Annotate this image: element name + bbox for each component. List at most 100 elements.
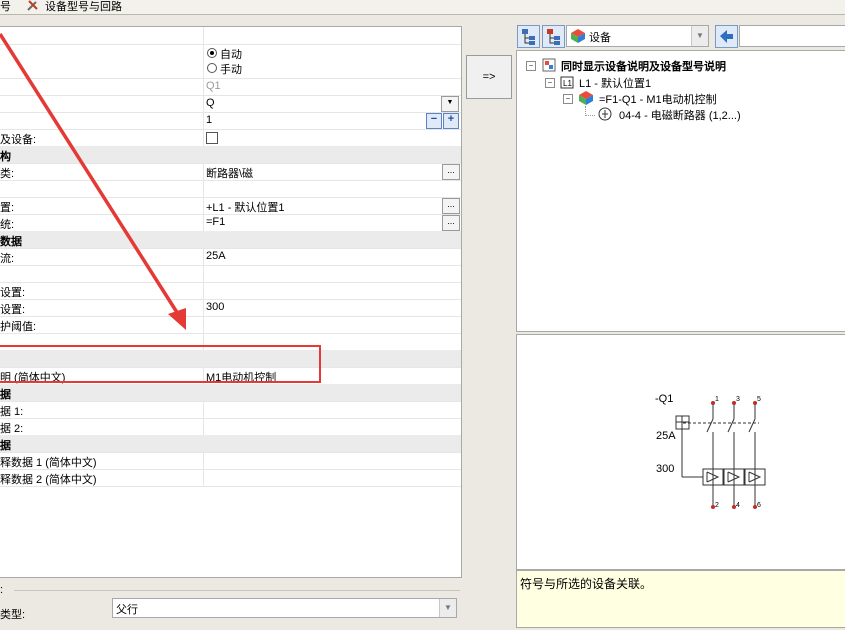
- arrow-left-icon: [720, 30, 733, 43]
- grid-row[interactable]: 据 2:: [0, 418, 461, 436]
- grid-splitter: [203, 265, 204, 282]
- tree-root[interactable]: 同时显示设备说明及设备型号说明: [561, 58, 726, 74]
- preview-tag: -Q1: [655, 393, 673, 405]
- ellipsis-button[interactable]: ...: [442, 164, 460, 180]
- pin-label-3: 3: [736, 396, 740, 403]
- grid-splitter: [203, 282, 204, 299]
- grid-splitter: [203, 316, 204, 333]
- grid-row-label: 据 1:: [0, 406, 24, 418]
- grid-splitter: [203, 95, 204, 112]
- tab-fragment[interactable]: 号: [0, 0, 11, 14]
- pin-labels: 1 3 5 2 4 6: [715, 396, 761, 509]
- ellipsis-button[interactable]: ...: [442, 215, 460, 231]
- description-panel: 符号与所选的设备关联。: [516, 570, 845, 628]
- radio-auto[interactable]: [207, 48, 217, 58]
- type-select[interactable]: 父行 ▼: [112, 598, 457, 618]
- description-text: 符号与所选的设备关联。: [520, 577, 653, 591]
- device-cube-icon: [571, 29, 585, 43]
- grid-row-label: 据: [0, 440, 11, 452]
- radio-auto-label: 自动: [220, 49, 242, 61]
- pin-label-6: 6: [757, 502, 761, 509]
- collapse-icon[interactable]: −: [545, 78, 555, 88]
- grid-row-value[interactable]: Q: [206, 97, 215, 109]
- type-select-value: 父行: [116, 604, 138, 616]
- type-label: 类型:: [0, 609, 26, 621]
- pole-lines: [675, 403, 766, 507]
- grid-splitter: [203, 27, 204, 44]
- plus-icon[interactable]: +: [443, 113, 459, 129]
- grid-splitter: [203, 418, 204, 435]
- tree-symbol[interactable]: 04-4 - 电磁断路器 (1,2...): [619, 107, 741, 123]
- tree-line: [585, 115, 595, 117]
- group-label: :: [0, 584, 4, 596]
- device-combo-value: 设备: [589, 32, 611, 44]
- tree-structure-icon: [522, 29, 535, 45]
- grid-row-label: 据 2:: [0, 423, 24, 435]
- minus-icon[interactable]: −: [426, 113, 442, 129]
- tree-location[interactable]: L1 - 默认位置1: [579, 75, 651, 91]
- annotation-arrow: [0, 33, 186, 330]
- grid-splitter: [203, 401, 204, 418]
- grid-row-value[interactable]: 断路器\磁: [206, 165, 253, 181]
- wrench-screwdriver-icon: [27, 0, 38, 11]
- grid-row-label: 释数据 2 (简体中文): [0, 474, 97, 486]
- grid-splitter: [203, 214, 204, 231]
- device-list-icon: [542, 58, 556, 72]
- pin-label-2: 2: [715, 502, 719, 509]
- radio-manual[interactable]: [207, 63, 217, 73]
- grid-splitter: [203, 112, 204, 129]
- grid-splitter: [203, 44, 204, 78]
- back-button[interactable]: [715, 25, 738, 48]
- grid-splitter: [203, 197, 204, 214]
- tree-toolbar: 设备 ▼: [516, 24, 845, 48]
- chevron-down-icon[interactable]: ▼: [441, 96, 459, 112]
- grid-splitter: [203, 129, 204, 146]
- bottom-panel: : 类型: 父行 ▼: [0, 578, 461, 630]
- grid-row-value[interactable]: 1: [206, 114, 212, 126]
- chevron-down-icon[interactable]: ▼: [439, 599, 456, 617]
- grid-row-value[interactable]: =F1: [206, 216, 225, 228]
- grid-category-row[interactable]: 据: [0, 384, 461, 402]
- location-icon: L1: [560, 76, 574, 89]
- search-input[interactable]: [739, 25, 845, 47]
- grid-row[interactable]: 释数据 1 (简体中文): [0, 452, 461, 470]
- ellipsis-button[interactable]: ...: [442, 198, 460, 214]
- device-cube-icon: [579, 91, 593, 105]
- breaker-symbol-icon: [598, 107, 612, 121]
- tree-filter-button[interactable]: [542, 25, 565, 48]
- grid-splitter: [203, 180, 204, 197]
- grid-splitter: [203, 78, 204, 95]
- highlight-box: [0, 345, 321, 383]
- grid-splitter: [203, 163, 204, 180]
- grid-splitter: [203, 469, 204, 486]
- grid-row[interactable]: 释数据 2 (简体中文): [0, 469, 461, 487]
- breaker-schematic: -Q1 25A 300 1 3 5 2 4 6: [655, 393, 766, 509]
- collapse-icon[interactable]: −: [526, 61, 536, 71]
- grid-splitter: [203, 248, 204, 265]
- group-divider: [14, 590, 460, 591]
- grid-row-value[interactable]: 25A: [206, 250, 226, 262]
- tree-device[interactable]: =F1-Q1 - M1电动机控制: [599, 91, 717, 107]
- grid-row-value[interactable]: 300: [206, 301, 224, 313]
- chevron-down-icon[interactable]: ▼: [691, 26, 708, 46]
- device-tree: − 同时显示设备说明及设备型号说明 − L1 L1 - 默认位置1 − =F1-…: [516, 50, 845, 332]
- radio-manual-label: 手动: [220, 64, 242, 76]
- grid-category-row[interactable]: 据: [0, 435, 461, 453]
- grid-splitter: [203, 299, 204, 316]
- checkbox[interactable]: [206, 132, 218, 144]
- device-combo[interactable]: 设备 ▼: [566, 25, 709, 47]
- grid-row[interactable]: 据 1:: [0, 401, 461, 419]
- collapse-icon[interactable]: −: [563, 94, 573, 104]
- pin-label-5: 5: [757, 396, 761, 403]
- grid-row-value[interactable]: +L1 - 默认位置1: [206, 199, 285, 215]
- grid-row-label: 释数据 1 (简体中文): [0, 457, 97, 469]
- grid-row-value[interactable]: Q1: [206, 80, 221, 92]
- grid-splitter: [203, 452, 204, 469]
- grid-row-label: 据: [0, 389, 11, 401]
- tree-view-button[interactable]: [517, 25, 540, 48]
- transfer-button[interactable]: =>: [466, 55, 512, 99]
- tab-device-model[interactable]: 设备型号与回路: [45, 0, 122, 14]
- svg-text:L1: L1: [563, 79, 572, 88]
- preview-current: 25A: [656, 430, 676, 442]
- tree-filter-icon: [547, 29, 560, 45]
